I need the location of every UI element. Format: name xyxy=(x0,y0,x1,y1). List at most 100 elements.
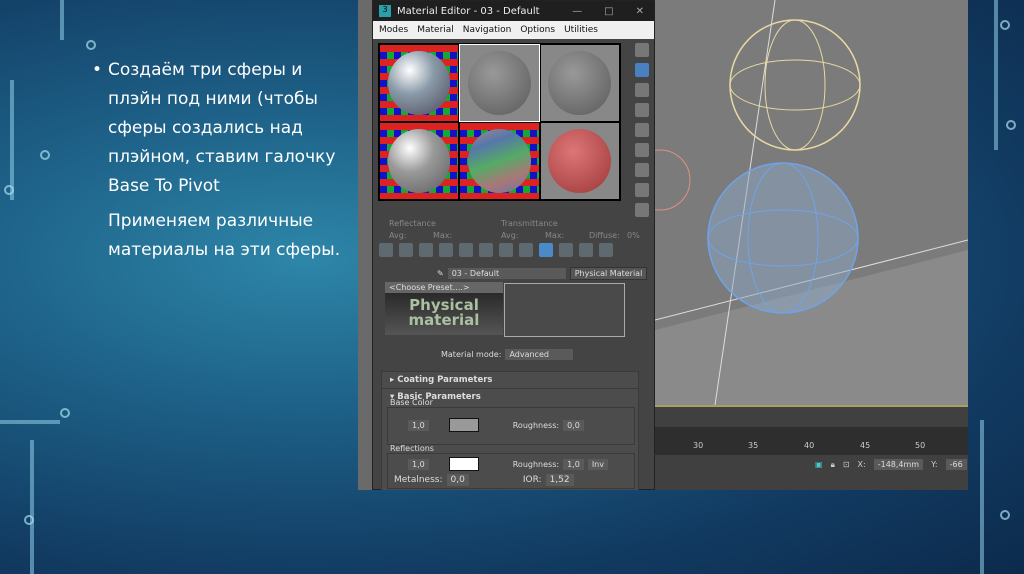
options-icon[interactable] xyxy=(635,163,649,177)
refl-roughness-label: Roughness: xyxy=(512,459,560,469)
material-editor-window: 3 Material Editor - 03 - Default — □ ✕ Mode… xyxy=(372,0,655,490)
background-icon[interactable] xyxy=(635,83,649,97)
y-label: Y: xyxy=(931,460,938,469)
wire-sphere-yellow xyxy=(729,19,861,151)
diffuse-label: Diffuse: xyxy=(589,231,620,240)
diffuse-value: 0% xyxy=(627,231,640,240)
close-button[interactable]: ✕ xyxy=(636,6,644,17)
bullet-text: Создаём три сферы и плэйн под ними (чтоб… xyxy=(108,60,336,196)
menu-material[interactable]: Material xyxy=(417,25,454,35)
sample-slot[interactable] xyxy=(540,123,619,199)
side-toolbar xyxy=(635,43,653,217)
reflections-group: Reflections 1,0 Roughness: 1,0 Inv Metalne… xyxy=(387,444,635,489)
show-in-viewport-icon[interactable] xyxy=(539,243,553,257)
base-color-swatch[interactable] xyxy=(448,418,479,432)
menu-utilities[interactable]: Utilities xyxy=(564,25,598,35)
status-bar: ▣ 🔒︎ ⊡ X: -148,4mm Y: -66 xyxy=(815,459,967,470)
show-end-result-icon[interactable] xyxy=(559,243,573,257)
menu-navigation[interactable]: Navigation xyxy=(463,25,512,35)
metalness-spinner[interactable]: 0,0 xyxy=(446,474,469,486)
put-to-library-icon[interactable] xyxy=(499,243,513,257)
tick-label: 40 xyxy=(804,441,815,450)
ior-spinner[interactable]: 1,52 xyxy=(545,474,574,486)
app-icon: 3 xyxy=(379,5,391,17)
tick-label: 45 xyxy=(860,441,871,450)
lock-icon[interactable]: 🔒︎ xyxy=(831,460,835,470)
material-navigator-icon[interactable] xyxy=(635,203,649,217)
menu-options[interactable]: Options xyxy=(520,25,555,35)
refl-weight-spinner[interactable]: 1,0 xyxy=(408,458,429,470)
editor-toolbar xyxy=(379,243,613,257)
maximize-button[interactable]: □ xyxy=(604,6,613,17)
wire-sphere-blue xyxy=(707,162,859,314)
uv-tiling-icon[interactable] xyxy=(635,103,649,117)
material-mode-label: Material mode: xyxy=(441,350,502,359)
put-to-scene-icon[interactable] xyxy=(399,243,413,257)
base-color-label: Base Color xyxy=(390,398,433,407)
reflectance-max: Max: xyxy=(433,231,453,240)
bullet-icon: • xyxy=(92,60,103,80)
sample-slot[interactable] xyxy=(380,123,459,199)
title-bar: 3 Material Editor - 03 - Default — □ ✕ xyxy=(373,1,654,21)
material-id-icon[interactable] xyxy=(519,243,533,257)
reflectance-avg: Avg: xyxy=(389,231,407,240)
sample-slot[interactable] xyxy=(459,44,540,122)
window-title: Material Editor - 03 - Default xyxy=(397,5,540,17)
preset-list[interactable] xyxy=(504,283,625,337)
sample-slot[interactable] xyxy=(540,45,619,121)
select-by-material-icon[interactable] xyxy=(635,183,649,197)
base-color-group: Base Color 1,0 Roughness: 0,0 xyxy=(387,398,635,445)
base-weight-spinner[interactable]: 1,0 xyxy=(408,419,429,431)
sample-slot[interactable] xyxy=(460,123,539,199)
slide-text: • Создаём три сферы и плэйн под ними (что… xyxy=(92,56,348,271)
sample-type-icon[interactable] xyxy=(635,43,649,57)
coating-label: Coating Parameters xyxy=(397,375,493,385)
refl-color-swatch[interactable] xyxy=(448,457,479,471)
material-name-field[interactable]: 03 - Default xyxy=(447,268,566,279)
tick-label: 35 xyxy=(748,441,759,450)
eyedropper-icon[interactable]: ✎ xyxy=(437,269,444,278)
reflections-label: Reflections xyxy=(390,444,434,453)
menu-modes[interactable]: Modes xyxy=(379,25,408,35)
sample-slot[interactable] xyxy=(380,45,459,121)
get-material-icon[interactable] xyxy=(379,243,393,257)
metalness-label: Metalness: xyxy=(394,475,443,485)
transmittance-avg: Avg: xyxy=(501,231,519,240)
base-roughness-spinner[interactable]: 0,0 xyxy=(563,419,584,431)
paragraph-text: Применяем различные материалы на эти сфе… xyxy=(108,211,341,260)
y-coordinate-field[interactable]: -66 xyxy=(945,459,967,470)
copy-material-icon[interactable] xyxy=(459,243,473,257)
reset-icon[interactable] xyxy=(439,243,453,257)
roughness-label: Roughness: xyxy=(512,420,560,430)
3ds-max-screenshot: 3 Material Editor - 03 - Default — □ ✕ Mode… xyxy=(358,0,968,490)
transform-mode-icon[interactable]: ⊡ xyxy=(843,460,850,469)
minimize-button[interactable]: — xyxy=(572,6,582,17)
preset-dropdown[interactable]: <Choose Preset....> xyxy=(385,282,503,293)
tick-label: 50 xyxy=(915,441,926,450)
video-color-icon[interactable] xyxy=(635,123,649,137)
go-to-parent-icon[interactable] xyxy=(579,243,593,257)
inv-toggle[interactable]: Inv xyxy=(587,458,608,470)
sample-slots xyxy=(378,43,621,201)
material-type-button[interactable]: Physical Material xyxy=(569,267,648,280)
go-forward-icon[interactable] xyxy=(599,243,613,257)
isolate-icon[interactable]: ▣ xyxy=(815,460,823,469)
refl-roughness-spinner[interactable]: 1,0 xyxy=(563,458,584,470)
assign-material-icon[interactable] xyxy=(419,243,433,257)
make-preview-icon[interactable] xyxy=(635,143,649,157)
transmittance-max: Max: xyxy=(545,231,565,240)
physical-material-logo: Physical material xyxy=(385,293,503,335)
viewport[interactable] xyxy=(629,0,968,406)
material-mode-dropdown[interactable]: Advanced xyxy=(505,349,574,360)
backlight-icon[interactable] xyxy=(635,63,649,77)
x-coordinate-field[interactable]: -148,4mm xyxy=(873,459,924,470)
menu-bar: Modes Material Navigation Options Utilit… xyxy=(373,21,654,39)
make-unique-icon[interactable] xyxy=(479,243,493,257)
timeline: 30 35 40 45 50 ▣ 🔒︎ ⊡ X: -148,4mm Y: -66 xyxy=(655,405,968,490)
ior-label: IOR: xyxy=(522,475,542,485)
tick-label: 30 xyxy=(693,441,704,450)
coating-parameters-rollout[interactable]: ▸ Coating Parameters xyxy=(381,371,639,389)
viewport-left-edge xyxy=(358,0,372,490)
viewport-scene xyxy=(629,0,968,406)
time-ruler[interactable]: 30 35 40 45 50 xyxy=(655,427,968,455)
